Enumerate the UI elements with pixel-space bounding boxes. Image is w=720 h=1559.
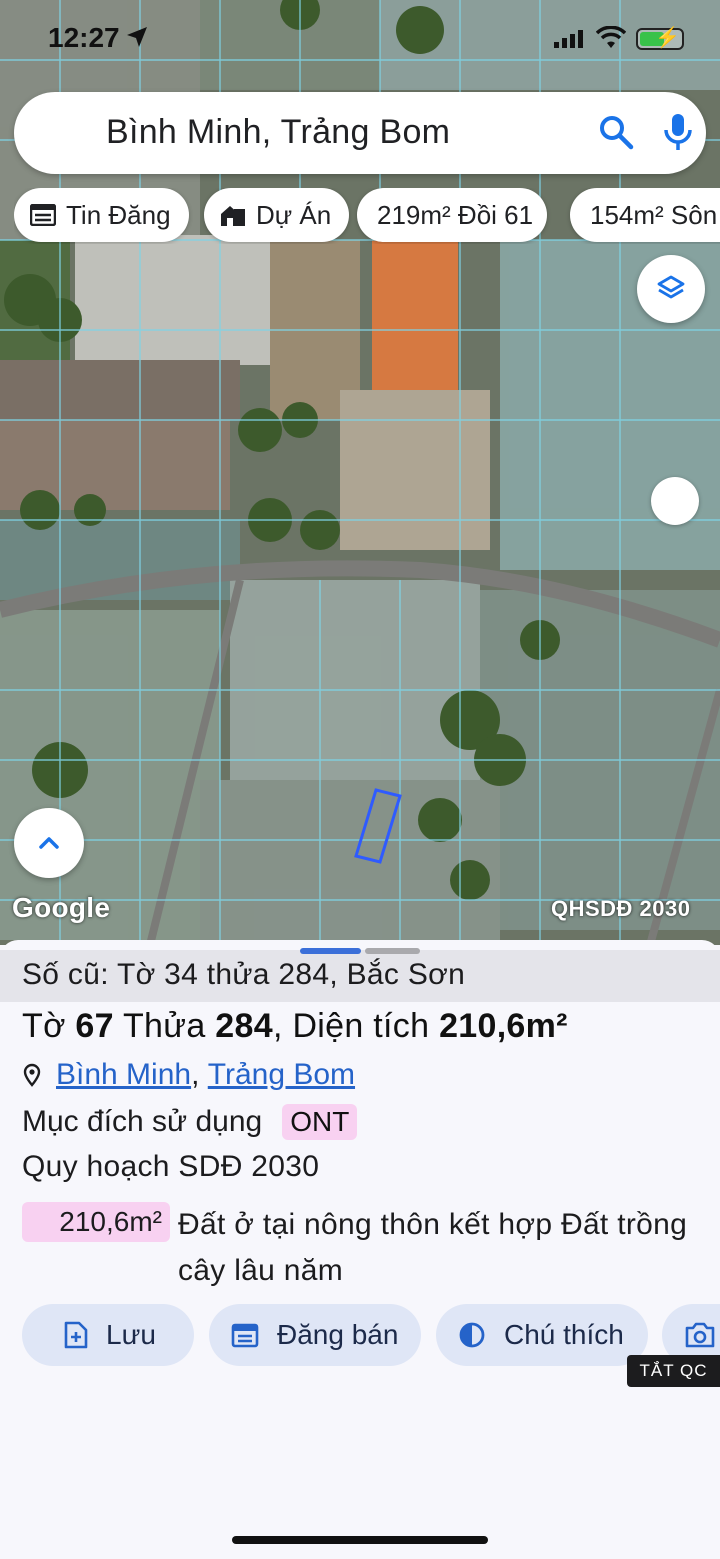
battery-icon: ⚡ xyxy=(636,27,684,50)
listing-icon xyxy=(30,204,56,226)
area-value: 210,6m² xyxy=(439,1007,568,1045)
building-icon xyxy=(220,203,246,227)
calendar-icon xyxy=(231,1322,259,1348)
purpose-label: Mục đích sử dụng xyxy=(22,1105,263,1138)
action-buttons: Lưu Đăng bán Chú thích xyxy=(22,1304,720,1366)
status-bar: 12:27 ⚡ xyxy=(0,0,720,78)
chip-label: Dự Án xyxy=(256,199,332,230)
sheet-word: Tờ xyxy=(22,1007,66,1045)
post-sale-button[interactable]: Đăng bán xyxy=(209,1304,421,1366)
chip-tin-dang[interactable]: Tin Đăng xyxy=(14,188,189,242)
search-icon[interactable] xyxy=(598,114,634,150)
usage-purpose: Mục đích sử dụng ONT xyxy=(22,1104,358,1140)
plan-title: Quy hoạch SDĐ 2030 xyxy=(22,1150,320,1183)
purpose-code-badge: ONT xyxy=(282,1104,358,1140)
chip-listing-2[interactable]: 154m² Sôn xyxy=(570,188,720,242)
location-pin-icon xyxy=(23,1063,41,1087)
location-arrow-icon xyxy=(127,27,147,47)
home-indicator[interactable] xyxy=(232,1536,488,1544)
parcel-word: Thửa xyxy=(122,1007,206,1045)
district-link[interactable]: Trảng Bom xyxy=(208,1058,355,1092)
chip-label: Tin Đăng xyxy=(66,199,171,230)
ads-off-button[interactable]: TẮT QC xyxy=(627,1355,720,1387)
legend-label: Chú thích xyxy=(504,1319,624,1350)
sheet-number: 67 xyxy=(75,1007,114,1045)
chip-label: 154m² Sôn xyxy=(590,199,718,230)
area-word: Diện tích xyxy=(292,1007,430,1045)
old-parcel-bar: Số cũ: Tờ 34 thửa 284, Bắc Sơn xyxy=(0,950,720,1002)
cellular-signal-icon xyxy=(554,30,583,48)
legend-button[interactable]: Chú thích xyxy=(436,1304,648,1366)
filter-chips: Tin Đăng Dự Án 219m² Đồi 61 154m² Sôn xyxy=(14,188,720,244)
chip-du-an[interactable]: Dự Án xyxy=(204,188,350,242)
parcel-summary: Tờ 67 Thửa 284, Diện tích 210,6m² xyxy=(22,1007,568,1046)
sheet-page-indicator[interactable] xyxy=(365,948,420,954)
parcel-number: 284 xyxy=(215,1007,273,1045)
plan-landuse-text: Đất ở tại nông thôn kết hợp Đất trồng câ… xyxy=(178,1208,688,1287)
microphone-icon[interactable] xyxy=(662,112,694,152)
wifi-icon xyxy=(596,26,626,48)
google-logo: Google xyxy=(12,892,111,923)
sheet-page-indicator-active[interactable] xyxy=(300,948,361,954)
chip-listing-1[interactable]: 219m² Đồi 61 xyxy=(357,188,548,242)
satellite-map[interactable]: 12:27 ⚡ Bình Minh, Trảng Bom Tin Đăng Dự… xyxy=(0,0,720,945)
post-sale-label: Đăng bán xyxy=(277,1319,399,1350)
save-button[interactable]: Lưu xyxy=(22,1304,194,1366)
plan-area-badge: 210,6m² xyxy=(22,1202,170,1242)
parcel-address: Bình Minh, Trảng Bom xyxy=(22,1058,355,1092)
layers-button[interactable] xyxy=(637,255,705,323)
contrast-icon xyxy=(458,1321,486,1349)
add-document-icon xyxy=(64,1321,88,1349)
chevron-up-icon xyxy=(39,837,59,849)
camera-icon xyxy=(684,1321,716,1349)
search-bar[interactable]: Bình Minh, Trảng Bom xyxy=(14,92,706,174)
separator: , xyxy=(272,1007,283,1045)
status-time: 12:27 xyxy=(48,22,120,53)
parcel-sheet: Số cũ: Tờ 34 thửa 284, Bắc Sơn Tờ 67 Thử… xyxy=(0,940,720,1559)
layer-label: QHSDĐ 2030 xyxy=(551,896,691,921)
separator: , xyxy=(191,1058,208,1091)
layers-icon xyxy=(657,275,685,299)
old-parcel-text: Số cũ: Tờ 34 thửa 284, Bắc Sơn xyxy=(22,958,466,991)
search-query[interactable]: Bình Minh, Trảng Bom xyxy=(106,113,450,152)
expand-button[interactable] xyxy=(14,808,84,878)
opacity-handle[interactable] xyxy=(651,477,699,525)
save-label: Lưu xyxy=(106,1319,156,1350)
commune-link[interactable]: Bình Minh xyxy=(56,1058,191,1092)
chip-label: 219m² Đồi 61 xyxy=(377,199,534,230)
